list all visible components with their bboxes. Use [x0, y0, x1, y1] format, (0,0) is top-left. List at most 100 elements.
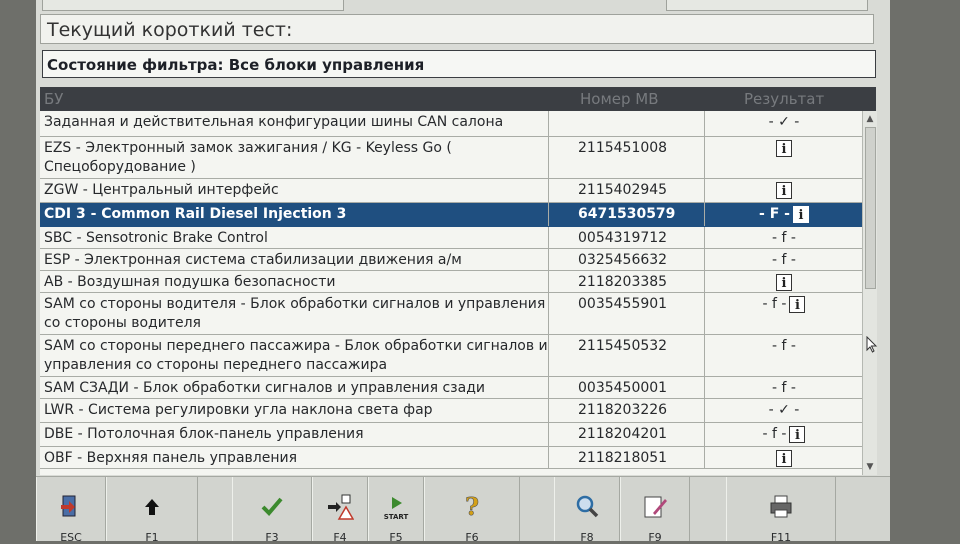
top-tab-strip: [36, 0, 890, 12]
mb-number: 2118203385: [578, 274, 668, 290]
scroll-thumb[interactable]: [865, 127, 876, 289]
warning-transfer-icon: [313, 493, 367, 521]
column-divider: [704, 179, 705, 202]
column-divider: [548, 447, 549, 468]
f6-key-label: F6: [465, 531, 479, 544]
result-cell: - ✓ -: [706, 113, 862, 132]
f5-button[interactable]: START F5: [368, 477, 424, 544]
svg-text:?: ?: [465, 493, 479, 521]
info-icon[interactable]: i: [776, 449, 792, 467]
result-cell: - F -i: [706, 205, 862, 224]
table-row[interactable]: ESP - Электронная система стабилизации д…: [40, 249, 862, 271]
info-icon[interactable]: i: [776, 273, 792, 291]
table-row[interactable]: CDI 3 - Common Rail Diesel Injection 3 64…: [40, 203, 862, 227]
printer-icon: [727, 493, 835, 521]
current-test-label: Текущий короткий тест:: [47, 19, 293, 41]
mb-number: 2118218051: [578, 450, 668, 466]
table-row[interactable]: EZS - Электронный замок зажигания / KG -…: [40, 137, 862, 179]
table-row[interactable]: ZGW - Центральный интерфейс 2115402945 i: [40, 179, 862, 203]
result-status: - ✓ -: [768, 114, 800, 130]
info-icon[interactable]: i: [776, 139, 792, 157]
table-row[interactable]: SBC - Sensotronic Brake Control 005431971…: [40, 227, 862, 249]
exit-door-icon: [37, 493, 105, 521]
result-cell: - f -: [706, 379, 862, 398]
current-test-field: Текущий короткий тест:: [40, 14, 874, 44]
f4-button[interactable]: F4: [312, 477, 368, 544]
svg-text:START: START: [384, 513, 409, 521]
column-divider: [548, 423, 549, 446]
f3-button[interactable]: F3: [232, 477, 312, 544]
column-header-unit[interactable]: БУ: [44, 90, 63, 108]
column-divider: [548, 111, 549, 136]
column-divider: [704, 293, 705, 334]
column-divider: [548, 399, 549, 422]
table-row[interactable]: SAM со стороны переднего пассажира - Бло…: [40, 335, 862, 377]
result-status: - f -: [762, 426, 787, 442]
table-row[interactable]: Заданная и действительная конфигурации ш…: [40, 111, 862, 137]
table-row[interactable]: DBE - Потолочная блок-панель управления 2…: [40, 423, 862, 447]
control-unit-name: ZGW - Центральный интерфейс: [44, 182, 279, 198]
column-divider: [548, 271, 549, 292]
table-row[interactable]: LWR - Система регулировки угла наклона с…: [40, 399, 862, 423]
control-unit-name: SAM со стороны водителя - Блок обработки…: [44, 296, 546, 331]
column-divider: [704, 377, 705, 398]
f9-button[interactable]: F9: [620, 477, 690, 544]
result-cell: - f -: [706, 251, 862, 270]
mb-number: 0035455901: [578, 296, 668, 312]
f6-button[interactable]: ? F6: [424, 477, 520, 544]
f1-key-label: F1: [145, 531, 159, 544]
function-key-toolbar: ESC F1 F3 F4 START F5? F6 F8 F9 F11: [36, 476, 890, 544]
esc-key-label: ESC: [60, 531, 82, 544]
result-status: - ✓ -: [768, 402, 800, 418]
result-status: - f -: [762, 296, 787, 312]
control-unit-name: SAM СЗАДИ - Блок обработки сигналов и уп…: [44, 380, 485, 396]
column-divider: [704, 423, 705, 446]
table-row[interactable]: SAM со стороны водителя - Блок обработки…: [40, 293, 862, 335]
column-divider: [704, 203, 705, 226]
table-row[interactable]: AB - Воздушная подушка безопасности 21182…: [40, 271, 862, 293]
column-divider: [548, 227, 549, 248]
tab-right[interactable]: [666, 0, 868, 11]
f1-button[interactable]: F1: [106, 477, 198, 544]
column-divider: [548, 293, 549, 334]
info-icon[interactable]: i: [792, 205, 809, 223]
control-unit-name: ESP - Электронная система стабилизации д…: [44, 252, 462, 268]
result-status: - f -: [772, 230, 796, 246]
start-play-icon: START: [369, 493, 423, 521]
result-cell: - f -: [706, 337, 862, 356]
mb-number: 2118204201: [578, 426, 668, 442]
table-row[interactable]: SAM СЗАДИ - Блок обработки сигналов и уп…: [40, 377, 862, 399]
column-header-result[interactable]: Результат: [744, 90, 824, 108]
column-header-mb-number[interactable]: Номер MB: [580, 90, 659, 108]
column-divider: [704, 399, 705, 422]
result-cell: i: [706, 139, 862, 158]
result-cell: i: [706, 181, 862, 200]
result-cell: - ✓ -: [706, 401, 862, 420]
table-scrollbar[interactable]: ▲ ▼: [862, 111, 877, 475]
tab-left[interactable]: [42, 0, 344, 11]
help-question-icon: ?: [425, 492, 519, 522]
esc-button[interactable]: ESC: [36, 477, 106, 544]
column-divider: [548, 335, 549, 376]
mb-number: 2115450532: [578, 338, 668, 354]
column-divider: [704, 249, 705, 270]
table-row[interactable]: OBF - Верхняя панель управления 211821805…: [40, 447, 862, 469]
info-icon[interactable]: i: [789, 295, 806, 313]
scroll-down-icon[interactable]: ▼: [863, 461, 877, 473]
f8-button[interactable]: F8: [554, 477, 620, 544]
scroll-up-icon[interactable]: ▲: [863, 113, 877, 125]
column-divider: [704, 137, 705, 178]
column-divider: [548, 179, 549, 202]
control-unit-table: Заданная и действительная конфигурации ш…: [40, 111, 862, 475]
f5-key-label: F5: [389, 531, 403, 544]
control-unit-name: SBC - Sensotronic Brake Control: [44, 230, 268, 246]
arrow-up-icon: [107, 493, 197, 521]
f8-key-label: F8: [580, 531, 594, 544]
mb-number: 0325456632: [578, 252, 668, 268]
column-divider: [704, 335, 705, 376]
info-icon[interactable]: i: [776, 181, 792, 199]
f3-key-label: F3: [265, 531, 279, 544]
result-cell: - f -: [706, 229, 862, 248]
f11-button[interactable]: F11: [726, 477, 836, 544]
info-icon[interactable]: i: [789, 425, 806, 443]
